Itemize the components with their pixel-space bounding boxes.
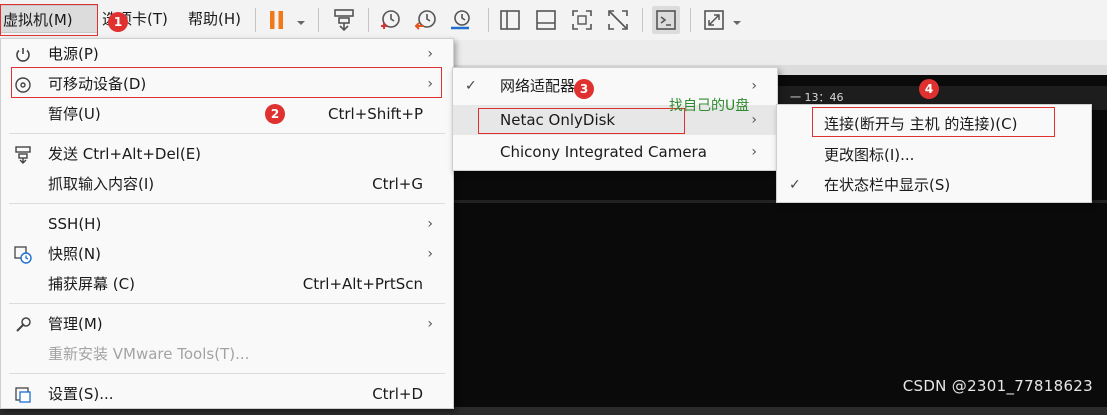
- chevron-right-icon: ›: [751, 78, 757, 94]
- menu-item-label: 快照(N): [48, 245, 101, 263]
- menu-separator: [9, 203, 445, 204]
- menu-separator: [9, 133, 445, 134]
- toolbar-separator: [255, 8, 256, 32]
- menu-item-label: 暂停(U): [48, 105, 101, 123]
- step-badge: 1: [108, 12, 128, 32]
- menu-item-settings[interactable]: 设置(S)... Ctrl+D: [1, 379, 453, 409]
- menu-separator: [9, 373, 445, 374]
- fullscreen-icon[interactable]: [568, 6, 596, 34]
- send-keys-icon[interactable]: [330, 6, 358, 34]
- snapshot-icon: [13, 245, 33, 265]
- pause-icon[interactable]: [263, 6, 291, 34]
- checkmark-icon: ✓: [465, 78, 477, 94]
- annotation-note: 找自己的U盘: [669, 98, 750, 114]
- chevron-right-icon: ›: [427, 216, 433, 232]
- highlight-box: [11, 67, 442, 98]
- settings-icon: [13, 385, 33, 405]
- wrench-icon: [13, 315, 33, 335]
- menu-help[interactable]: 帮助(H): [186, 5, 243, 33]
- highlight-box: [0, 4, 98, 36]
- toolbar-separator: [642, 8, 643, 32]
- menu-item-change-icon[interactable]: 更改图标(I)...: [777, 140, 1091, 170]
- menu-item-label: 电源(P): [48, 45, 99, 63]
- shortcut-label: Ctrl+D: [372, 385, 423, 403]
- highlight-box: [478, 108, 685, 134]
- menu-item-snapshot[interactable]: 快照(N) ›: [1, 239, 453, 269]
- menu-item-grab-input[interactable]: 抓取输入内容(I) Ctrl+G: [1, 169, 453, 199]
- menu-item-pause[interactable]: 暂停(U) Ctrl+Shift+P: [1, 99, 453, 129]
- thumbnail-bar-icon[interactable]: [532, 6, 560, 34]
- toolbar-separator: [368, 8, 369, 32]
- menu-item-label: Chicony Integrated Camera: [500, 143, 707, 161]
- menu-item-power[interactable]: 电源(P) ›: [1, 39, 453, 69]
- menu-item-capture-screen[interactable]: 捕获屏幕 (C) Ctrl+Alt+PrtScn: [1, 269, 453, 299]
- menu-item-label: 发送 Ctrl+Alt+Del(E): [48, 145, 202, 163]
- console-view-icon[interactable]: [652, 6, 680, 34]
- menu-item-show-in-statusbar[interactable]: ✓ 在状态栏中显示(S): [777, 170, 1091, 200]
- menu-item-label: 抓取输入内容(I): [48, 175, 155, 193]
- step-badge: 2: [265, 104, 285, 124]
- snapshot-manager-icon[interactable]: [447, 6, 475, 34]
- menu-separator: [9, 303, 445, 304]
- chevron-down-icon[interactable]: [732, 14, 742, 25]
- step-badge: 3: [574, 79, 594, 99]
- snapshot-revert-icon[interactable]: [412, 6, 440, 34]
- menu-item-ssh[interactable]: SSH(H) ›: [1, 209, 453, 239]
- chevron-right-icon: ›: [427, 46, 433, 62]
- menu-item-label: 在状态栏中显示(S): [824, 176, 951, 194]
- sidebar-view-icon[interactable]: [496, 6, 524, 34]
- step-badge: 4: [919, 79, 939, 99]
- highlight-box: [812, 107, 1055, 137]
- menu-item-send-ctrl-alt-del[interactable]: 发送 Ctrl+Alt+Del(E): [1, 139, 453, 169]
- watermark: CSDN @2301_77818623: [902, 377, 1093, 395]
- menu-item-label: 更改图标(I)...: [824, 146, 915, 164]
- menu-item-label: SSH(H): [48, 215, 102, 233]
- shortcut-label: Ctrl+Alt+PrtScn: [302, 275, 423, 293]
- checkmark-icon: ✓: [789, 177, 801, 193]
- menu-item-label: 捕获屏幕 (C): [48, 275, 135, 293]
- menu-item-label: 管理(M): [48, 315, 103, 333]
- chevron-right-icon: ›: [427, 246, 433, 262]
- chevron-down-icon[interactable]: [296, 14, 306, 25]
- toolbar-separator: [318, 8, 319, 32]
- stretch-icon[interactable]: [700, 6, 728, 34]
- chevron-right-icon: ›: [427, 316, 433, 332]
- power-icon: [13, 45, 33, 65]
- snapshot-take-icon[interactable]: [376, 6, 404, 34]
- menu-item-label: 重新安装 VMware Tools(T)...: [48, 345, 250, 363]
- toolbar-separator: [488, 8, 489, 32]
- shortcut-label: Ctrl+Shift+P: [328, 105, 423, 123]
- menu-item-reinstall-tools: 重新安装 VMware Tools(T)...: [1, 339, 453, 369]
- shortcut-label: Ctrl+G: [372, 175, 423, 193]
- menu-item-camera[interactable]: Chicony Integrated Camera ›: [453, 137, 777, 167]
- menu-item-label: 网络适配器: [500, 77, 576, 95]
- chevron-right-icon: ›: [751, 144, 757, 160]
- unity-mode-icon[interactable]: [604, 6, 632, 34]
- chevron-right-icon: ›: [751, 112, 757, 128]
- toolbar-separator: [690, 8, 691, 32]
- tab-strip-background: [452, 40, 1107, 65]
- menu-item-manage[interactable]: 管理(M) ›: [1, 309, 453, 339]
- send-keys-icon: [13, 145, 33, 165]
- menu-item-label: 设置(S)...: [48, 385, 114, 403]
